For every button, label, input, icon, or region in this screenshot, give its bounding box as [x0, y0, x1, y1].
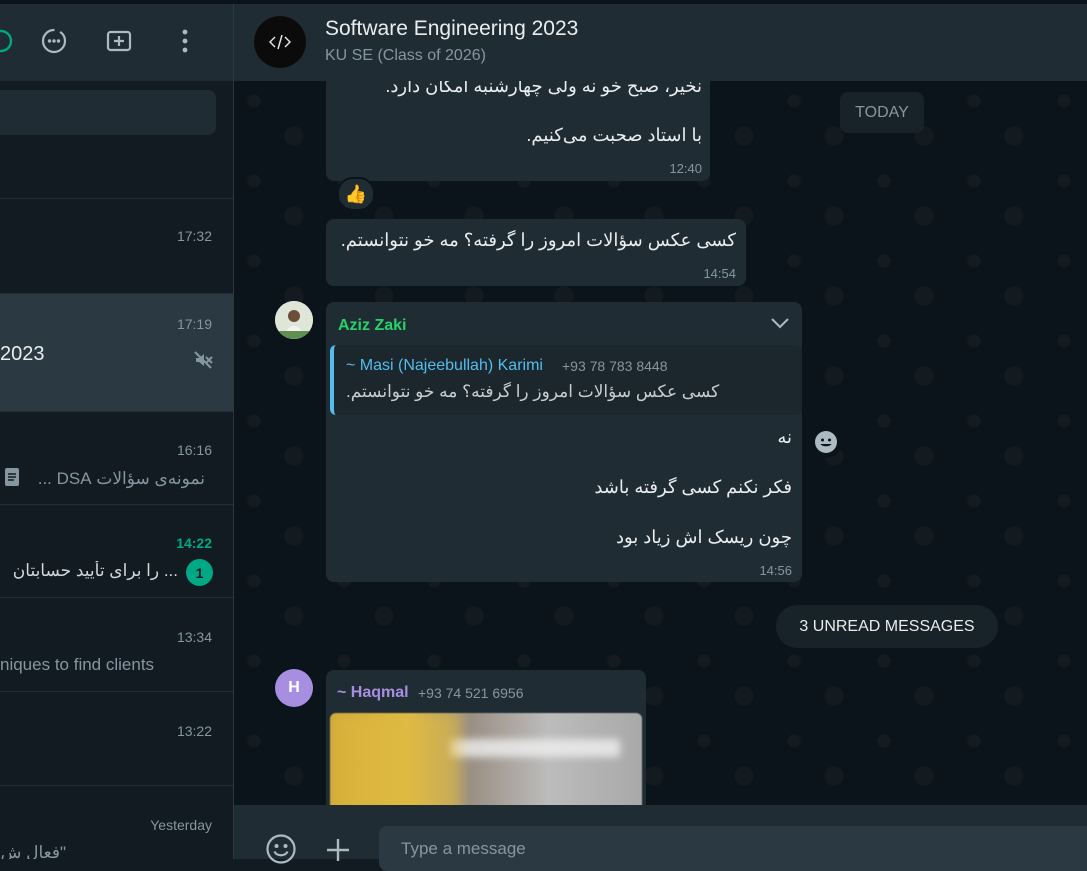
chat-time: 17:19	[176, 316, 212, 332]
message-text: فکر نکنم کسی گرفته باشد	[594, 477, 792, 497]
message-time: 14:54	[703, 266, 736, 281]
message-text: نه	[777, 427, 792, 447]
message-text: با استاد صحبت می‌کنیم.	[526, 125, 702, 145]
message-text: نخیر، صبح خو نه ولی چهارشنبه امکان دارد.	[385, 81, 702, 96]
message-pane: نخیر، صبح خو نه ولی چهارشنبه امکان دارد.…	[234, 81, 1087, 805]
chat-time: 16:16	[176, 442, 212, 458]
document-icon	[5, 468, 19, 491]
emoji-reaction-icon[interactable]	[810, 426, 842, 458]
group-subtitle: KU SE (Class of 2026)	[325, 47, 486, 64]
conversation-header[interactable]: Software Engineering 2023 KU SE (Class o…	[234, 4, 1087, 81]
new-community-icon[interactable]	[104, 26, 134, 56]
chevron-down-icon[interactable]	[770, 316, 790, 334]
message-bubble[interactable]: نخیر، صبح خو نه ولی چهارشنبه امکان دارد.…	[326, 81, 710, 181]
group-avatar[interactable]	[254, 16, 306, 68]
quoted-message[interactable]: ~ Masi (Najeebullah) Karimi +93 78 783 8…	[330, 345, 802, 415]
chat-row[interactable]: 17:32	[0, 198, 233, 294]
message-text: چون ریسک اش زیاد بود	[615, 527, 792, 547]
chat-name: 2023	[0, 343, 45, 365]
communities-icon[interactable]	[0, 26, 16, 56]
sender-phone: +93 74 521 6956	[418, 685, 524, 701]
chat-row[interactable]: 13:34 niques to find clients	[0, 597, 233, 692]
chat-time: 17:32	[176, 228, 212, 244]
chat-row[interactable]: Yesterday "فعال ش	[0, 785, 233, 859]
chat-preview: "فعال ش	[0, 843, 66, 859]
emoji-icon[interactable]	[265, 833, 297, 870]
message-time: 12:40	[669, 161, 702, 176]
sender-name[interactable]: ~ Haqmal	[337, 684, 409, 702]
chat-time: 13:22	[176, 723, 212, 739]
message-text: کسی عکس سؤالات امروز را گرفته؟ مه خو نتو…	[340, 230, 736, 250]
date-divider: TODAY	[840, 92, 924, 133]
attach-icon[interactable]	[325, 837, 351, 868]
code-icon	[269, 34, 291, 50]
group-title: Software Engineering 2023	[325, 17, 579, 40]
chat-row[interactable]: 13:22	[0, 691, 233, 786]
menu-icon[interactable]	[170, 26, 200, 56]
unread-messages-divider: 3 UNREAD MESSAGES	[776, 605, 998, 648]
message-input[interactable]	[379, 826, 1087, 871]
chat-time: 14:22	[176, 535, 212, 551]
message-bubble[interactable]: Aziz Zaki ~ Masi (Najeebullah) Karimi +9…	[326, 302, 802, 582]
quote-text: کسی عکس سؤالات امروز را گرفته؟ مه خو نتو…	[346, 382, 720, 401]
compose-bar	[234, 805, 1087, 871]
sender-name[interactable]: Aziz Zaki	[338, 317, 406, 335]
status-icon[interactable]	[39, 26, 69, 56]
thumbs-up-reaction[interactable]: 👍	[337, 177, 375, 211]
chat-row-active[interactable]: 17:19 2023	[0, 293, 233, 412]
chat-row[interactable]: 14:22 ... را برای تأیید حسابتان 1	[0, 504, 233, 598]
chat-preview: نمونه‌ی سؤالات DSA ...	[37, 469, 205, 488]
message-bubble[interactable]: کسی عکس سؤالات امروز را گرفته؟ مه خو نتو…	[326, 219, 746, 286]
chat-row[interactable]: 16:16 نمونه‌ی سؤالات DSA ...	[0, 411, 233, 505]
left-header	[0, 4, 233, 81]
chat-preview: ... را برای تأیید حسابتان	[12, 561, 178, 580]
sender-avatar[interactable]: H	[275, 669, 313, 707]
quote-sender: ~ Masi (Najeebullah) Karimi	[346, 357, 543, 374]
chat-time: 13:34	[176, 629, 212, 645]
unread-badge: 1	[186, 559, 213, 586]
message-time: 14:56	[759, 563, 792, 578]
chat-time: Yesterday	[150, 817, 212, 833]
chat-list-panel: 17:32 17:19 2023 16:16 نمونه‌ی سؤالات DS…	[0, 4, 234, 859]
sender-avatar[interactable]	[275, 301, 313, 339]
quote-phone: +93 78 783 8448	[562, 358, 668, 374]
message-bubble[interactable]: ~ Haqmal +93 74 521 6956	[326, 670, 646, 805]
chat-preview: niques to find clients	[0, 655, 155, 674]
image-attachment[interactable]	[330, 713, 642, 805]
muted-icon	[192, 349, 214, 376]
search-input[interactable]	[0, 90, 216, 135]
